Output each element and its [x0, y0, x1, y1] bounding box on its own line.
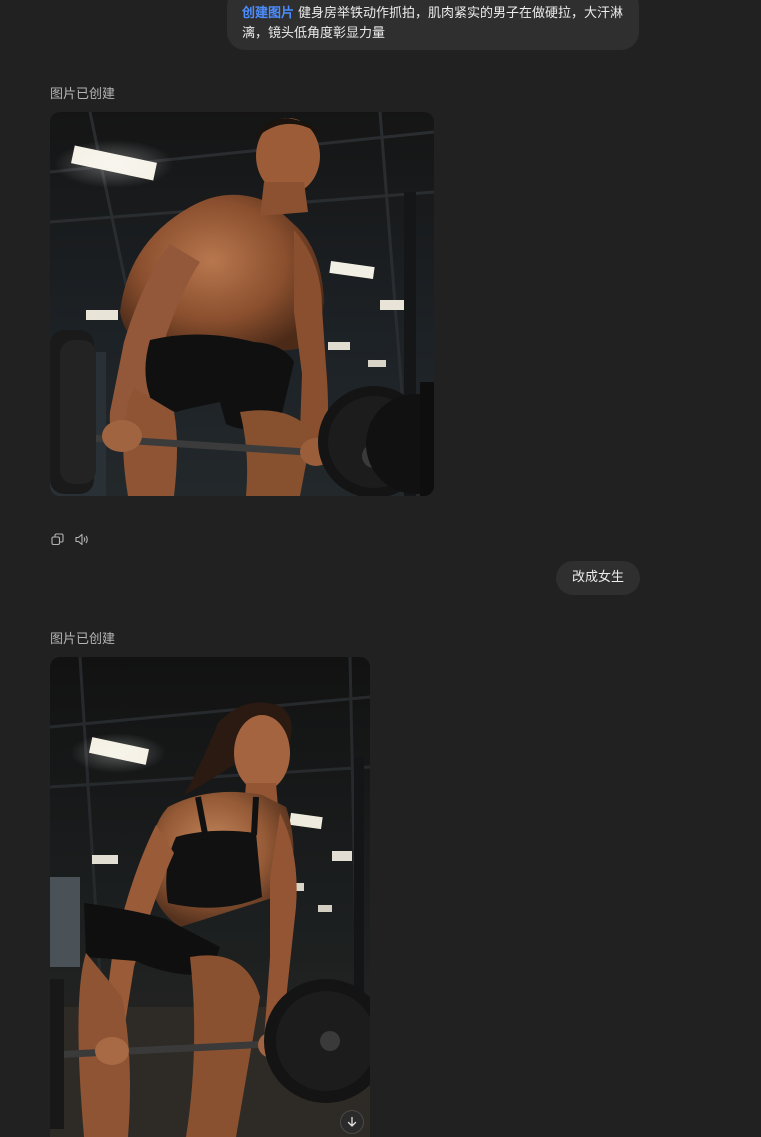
message-actions [50, 532, 89, 547]
user-message-text: 健身房举铁动作抓拍，肌肉紧实的男子在做硬拉，大汗淋漓，镜头低角度彰显力量 [242, 6, 624, 41]
arrow-down-icon [347, 1116, 357, 1127]
image-created-label: 图片已创建 [50, 87, 116, 102]
generated-image-man[interactable] [50, 112, 434, 496]
user-message-bubble-2: 改成女生 [556, 561, 641, 595]
scroll-down-button[interactable] [340, 1110, 364, 1134]
speaker-icon[interactable] [74, 532, 89, 547]
deadlift-woman-image [50, 657, 370, 1137]
generated-image-woman[interactable] [50, 657, 370, 1137]
deadlift-man-image [50, 112, 434, 496]
copy-icon[interactable] [50, 532, 65, 547]
user-message-bubble: 创建图片 健身房举铁动作抓拍，肌肉紧实的男子在做硬拉，大汗淋漓，镜头低角度彰显力量 [227, 0, 639, 50]
image-created-label-2: 图片已创建 [50, 632, 116, 647]
create-image-tag[interactable]: 创建图片 [242, 6, 294, 21]
chat-page: 创建图片 健身房举铁动作抓拍，肌肉紧实的男子在做硬拉，大汗淋漓，镜头低角度彰显力量… [0, 0, 761, 1137]
